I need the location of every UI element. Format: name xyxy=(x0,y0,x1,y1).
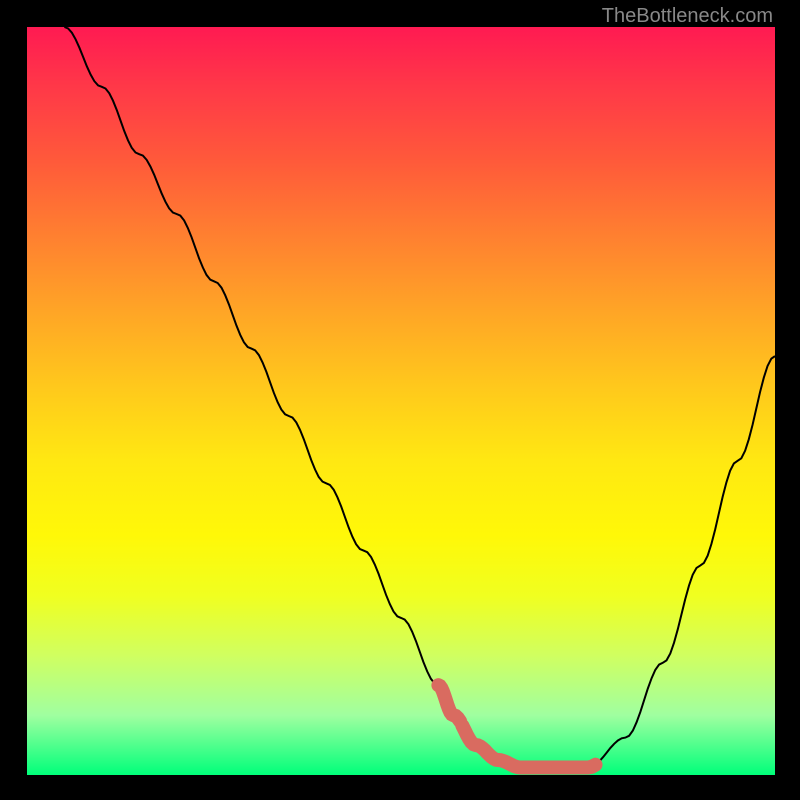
watermark-text: TheBottleneck.com xyxy=(602,5,773,28)
bottleneck-curve xyxy=(27,27,775,775)
